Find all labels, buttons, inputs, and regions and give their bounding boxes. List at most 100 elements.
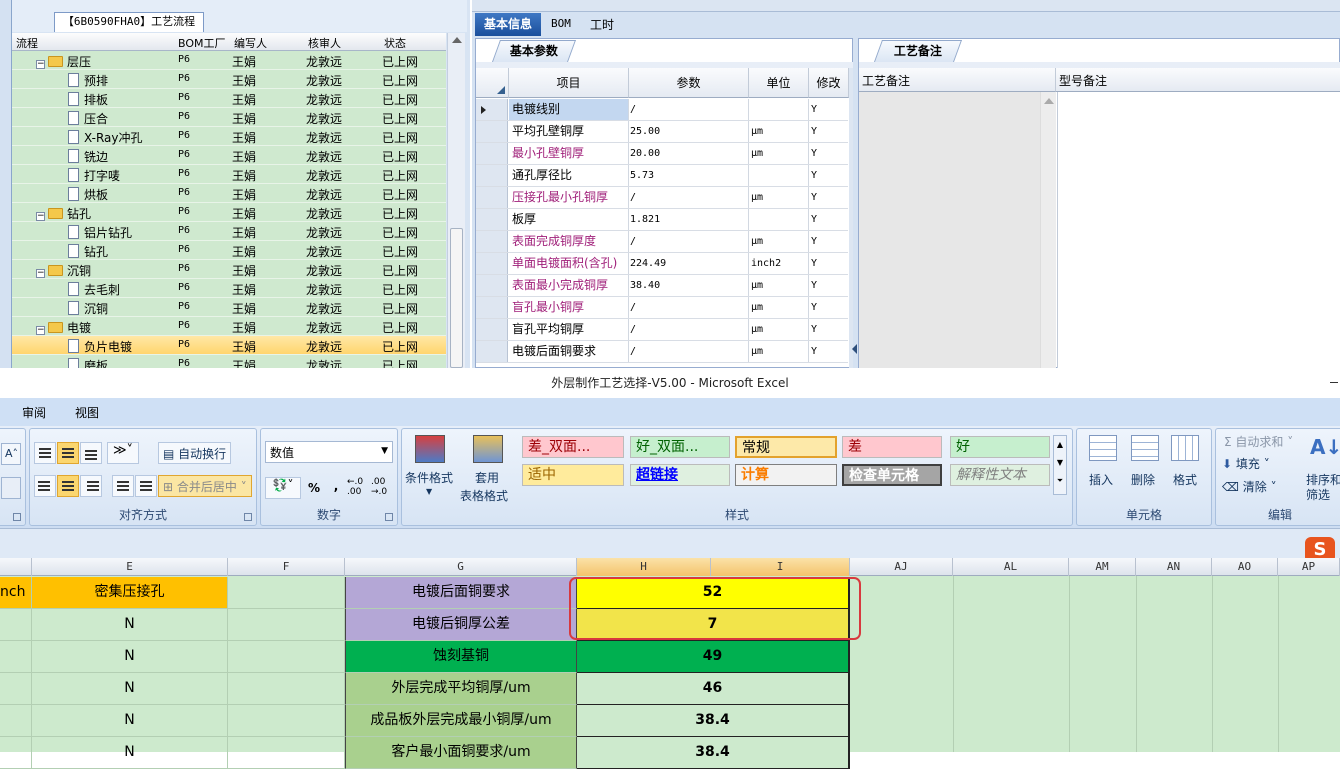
tree-item-row[interactable]: 钻孔 P6 王娟 龙敦远 已上网 [12,241,446,260]
param-value[interactable]: / [629,341,749,362]
collapse-icon[interactable]: − [36,60,45,69]
tree-item-row[interactable]: 压合 P6 王娟 龙敦远 已上网 [12,108,446,127]
param-row[interactable]: 表面最小完成铜厚 38.40 μm Y [476,275,848,297]
param-modify[interactable]: Y [809,319,848,340]
table-format-icon[interactable] [473,435,503,463]
param-value[interactable]: 224.49 [629,253,749,274]
font-dialog-icon[interactable] [13,513,21,521]
tree-item-row[interactable]: 排板 P6 王娟 龙敦远 已上网 [12,89,446,108]
param-modify[interactable]: Y [809,209,848,230]
format-button[interactable]: 格式 [1173,471,1197,488]
tab-hours[interactable]: 工时 [590,16,614,33]
tab-basic-info[interactable]: 基本信息 [475,13,541,36]
cell-e[interactable]: N [32,641,228,673]
cell-style-option[interactable]: 常规 [735,436,837,458]
grid-corner[interactable] [476,68,509,98]
param-unit[interactable]: μm [749,187,809,208]
tree-item-row[interactable]: 沉铜 P6 王娟 龙敦远 已上网 [12,298,446,317]
row-selector[interactable] [476,275,508,296]
param-item[interactable]: 最小孔壁铜厚 [509,143,629,164]
col-header-h[interactable]: H [577,558,711,576]
delete-button[interactable]: 删除 [1131,471,1155,488]
col-bom[interactable]: BOM工厂 [178,35,226,51]
cell-g-label[interactable]: 蚀刻基铜 [345,641,577,673]
tree-group-row[interactable]: − 电镀 P6 王娟 龙敦远 已上网 [12,317,446,336]
param-modify[interactable]: Y [809,231,848,252]
param-modify[interactable]: Y [809,341,848,362]
param-value[interactable]: / [629,231,749,252]
row-selector[interactable] [476,143,508,164]
notes-col-process[interactable]: 工艺备注 [859,68,1056,92]
param-unit[interactable]: μm [749,231,809,252]
collapse-icon[interactable]: − [36,212,45,221]
cell-e[interactable]: N [32,705,228,737]
param-unit[interactable]: μm [749,297,809,318]
param-item[interactable]: 电镀后面铜要求 [509,341,629,362]
param-item[interactable]: 盲孔最小铜厚 [509,297,629,318]
col-header-ap[interactable]: AP [1278,558,1340,576]
cell-f[interactable] [228,577,345,609]
cell-g-label[interactable]: 成品板外层完成最小铜厚/um [345,705,577,737]
accounting-format-icon[interactable]: 💱˅ [265,477,301,499]
param-modify[interactable]: Y [809,253,848,274]
merge-center-button[interactable]: ⊞ 合并后居中 ˅ [158,475,252,497]
collapse-icon[interactable]: − [36,326,45,335]
wrap-text-button[interactable]: ▤ 自动换行 [158,442,232,464]
param-item[interactable]: 通孔厚径比 [509,165,629,186]
param-row[interactable]: 最小孔壁铜厚 20.00 μm Y [476,143,848,165]
notes-scroll-up-icon[interactable] [1044,98,1054,104]
delete-cells-icon[interactable] [1131,435,1159,461]
row-selector[interactable] [476,121,508,142]
increase-indent-icon[interactable] [135,475,157,497]
param-value[interactable]: / [629,99,749,120]
cell-style-option[interactable]: 差 [842,436,942,458]
insert-cells-icon[interactable] [1089,435,1117,461]
font-size-up-button[interactable]: A˄ [1,443,21,465]
cell-f[interactable] [228,705,345,737]
tree-item-row[interactable]: 预排 P6 王娟 龙敦远 已上网 [12,70,446,89]
cell-e[interactable]: N [32,673,228,705]
notes-scrollbar[interactable] [1040,92,1056,368]
param-unit[interactable]: μm [749,143,809,164]
comma-button[interactable]: , [327,477,345,499]
tab-basic-params[interactable]: 基本参数 [491,40,577,62]
col-reviewer[interactable]: 核审人 [308,35,341,51]
param-modify[interactable]: Y [809,187,848,208]
align-middle-icon[interactable] [57,442,79,464]
number-dialog-icon[interactable] [385,513,393,521]
row-selector[interactable] [476,165,508,186]
clear-button[interactable]: ⌫ 清除 ˅ [1222,478,1277,495]
autosum-button[interactable]: Σ 自动求和 ˅ [1224,433,1293,450]
grid-col-value[interactable]: 参数 [629,68,749,98]
param-unit[interactable]: μm [749,275,809,296]
tab-bom[interactable]: BOM [551,17,571,30]
cell-g-label[interactable]: 电镀后面铜要求 [345,577,577,609]
cell-style-option[interactable]: 检查单元格 [842,464,942,486]
col-header-al[interactable]: AL [953,558,1069,576]
param-item[interactable]: 表面完成铜厚度 [509,231,629,252]
number-format-select[interactable]: 数值 ▼ [265,441,393,463]
table-format-label1[interactable]: 套用 [475,469,499,486]
cell-e[interactable]: N [32,737,228,769]
cell-hi-value[interactable]: 49 [577,641,850,673]
cell-style-option[interactable]: 差_双面... [522,436,624,458]
param-value[interactable]: 5.73 [629,165,749,186]
row-selector[interactable] [476,187,508,208]
param-row[interactable]: 电镀后面铜要求 / μm Y [476,341,848,363]
align-right-icon[interactable] [80,475,102,497]
percent-button[interactable]: % [303,477,325,499]
param-item[interactable]: 压接孔最小孔铜厚 [509,187,629,208]
collapse-icon[interactable]: − [36,269,45,278]
col-header-am[interactable]: AM [1069,558,1136,576]
param-unit[interactable] [749,209,809,230]
gallery-down-icon[interactable]: ▼ [1054,454,1066,472]
tree-item-row[interactable]: 磨板 P6 王娟 龙敦远 已上网 [12,355,446,368]
param-unit[interactable] [749,99,809,120]
tab-view[interactable]: 视图 [75,404,99,421]
col-header-aj[interactable]: AJ [850,558,953,576]
cell-f[interactable] [228,609,345,641]
model-notes-area[interactable] [1057,92,1340,368]
cell-partial[interactable] [0,673,32,705]
increase-decimal-icon[interactable]: ←.0.00 [347,477,369,499]
param-value[interactable]: / [629,319,749,340]
